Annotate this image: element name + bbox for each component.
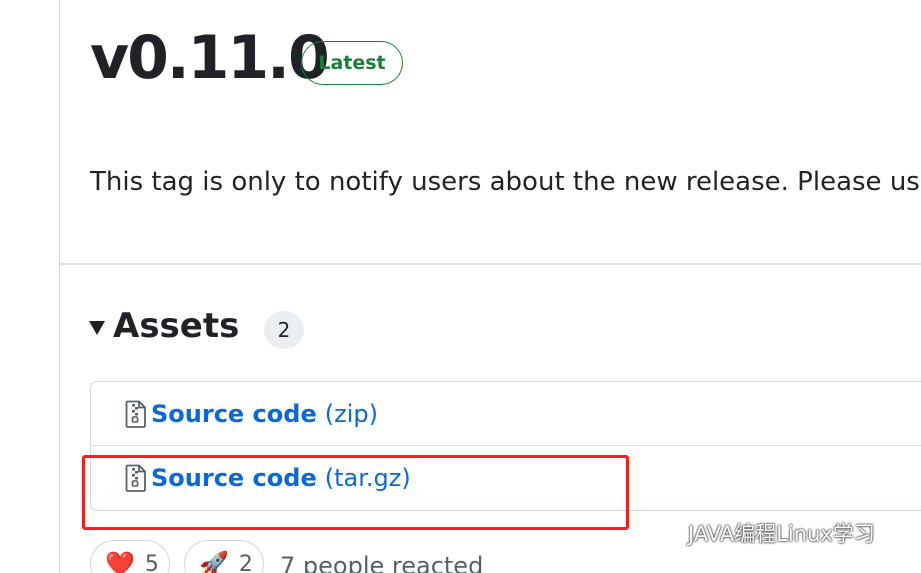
asset-row-zip[interactable]: Source code (zip) bbox=[91, 382, 921, 446]
reaction-rocket-button[interactable]: 🚀 2 bbox=[184, 540, 264, 573]
asset-ext-zip: (zip) bbox=[324, 399, 378, 428]
file-zip-icon bbox=[125, 400, 146, 428]
heart-icon: ❤️ bbox=[105, 550, 135, 573]
asset-ext-targz: (tar.gz) bbox=[324, 464, 411, 492]
assets-toggle[interactable]: Assets bbox=[89, 304, 239, 348]
wechat-icon bbox=[649, 521, 680, 545]
latest-badge: Latest bbox=[301, 41, 403, 85]
content-left-border bbox=[59, 0, 60, 573]
watermark-text: JAVA编程Linux学习 bbox=[688, 522, 875, 546]
reaction-heart-count: 5 bbox=[144, 551, 159, 573]
caret-down-icon bbox=[89, 321, 105, 335]
section-divider bbox=[60, 263, 921, 265]
rocket-icon: 🚀 bbox=[199, 550, 229, 573]
reaction-rocket-count: 2 bbox=[238, 551, 253, 573]
assets-list: Source code (zip) Source code (tar.gz) bbox=[90, 381, 921, 511]
assets-count-badge: 2 bbox=[264, 311, 304, 349]
file-zip-icon bbox=[125, 464, 146, 492]
release-title: v0.11.0 bbox=[90, 23, 330, 93]
asset-row-targz[interactable]: Source code (tar.gz) bbox=[91, 446, 921, 510]
asset-link-source-targz[interactable]: Source code bbox=[151, 464, 317, 492]
reaction-summary: 7 people reacted bbox=[280, 552, 484, 573]
assets-heading: Assets bbox=[113, 306, 240, 346]
asset-link-source-zip[interactable]: Source code bbox=[151, 400, 317, 428]
watermark: JAVA编程Linux学习 bbox=[648, 518, 875, 548]
release-body-text: This tag is only to notify users about t… bbox=[90, 167, 920, 197]
reaction-heart-button[interactable]: ❤️ 5 bbox=[90, 540, 170, 573]
